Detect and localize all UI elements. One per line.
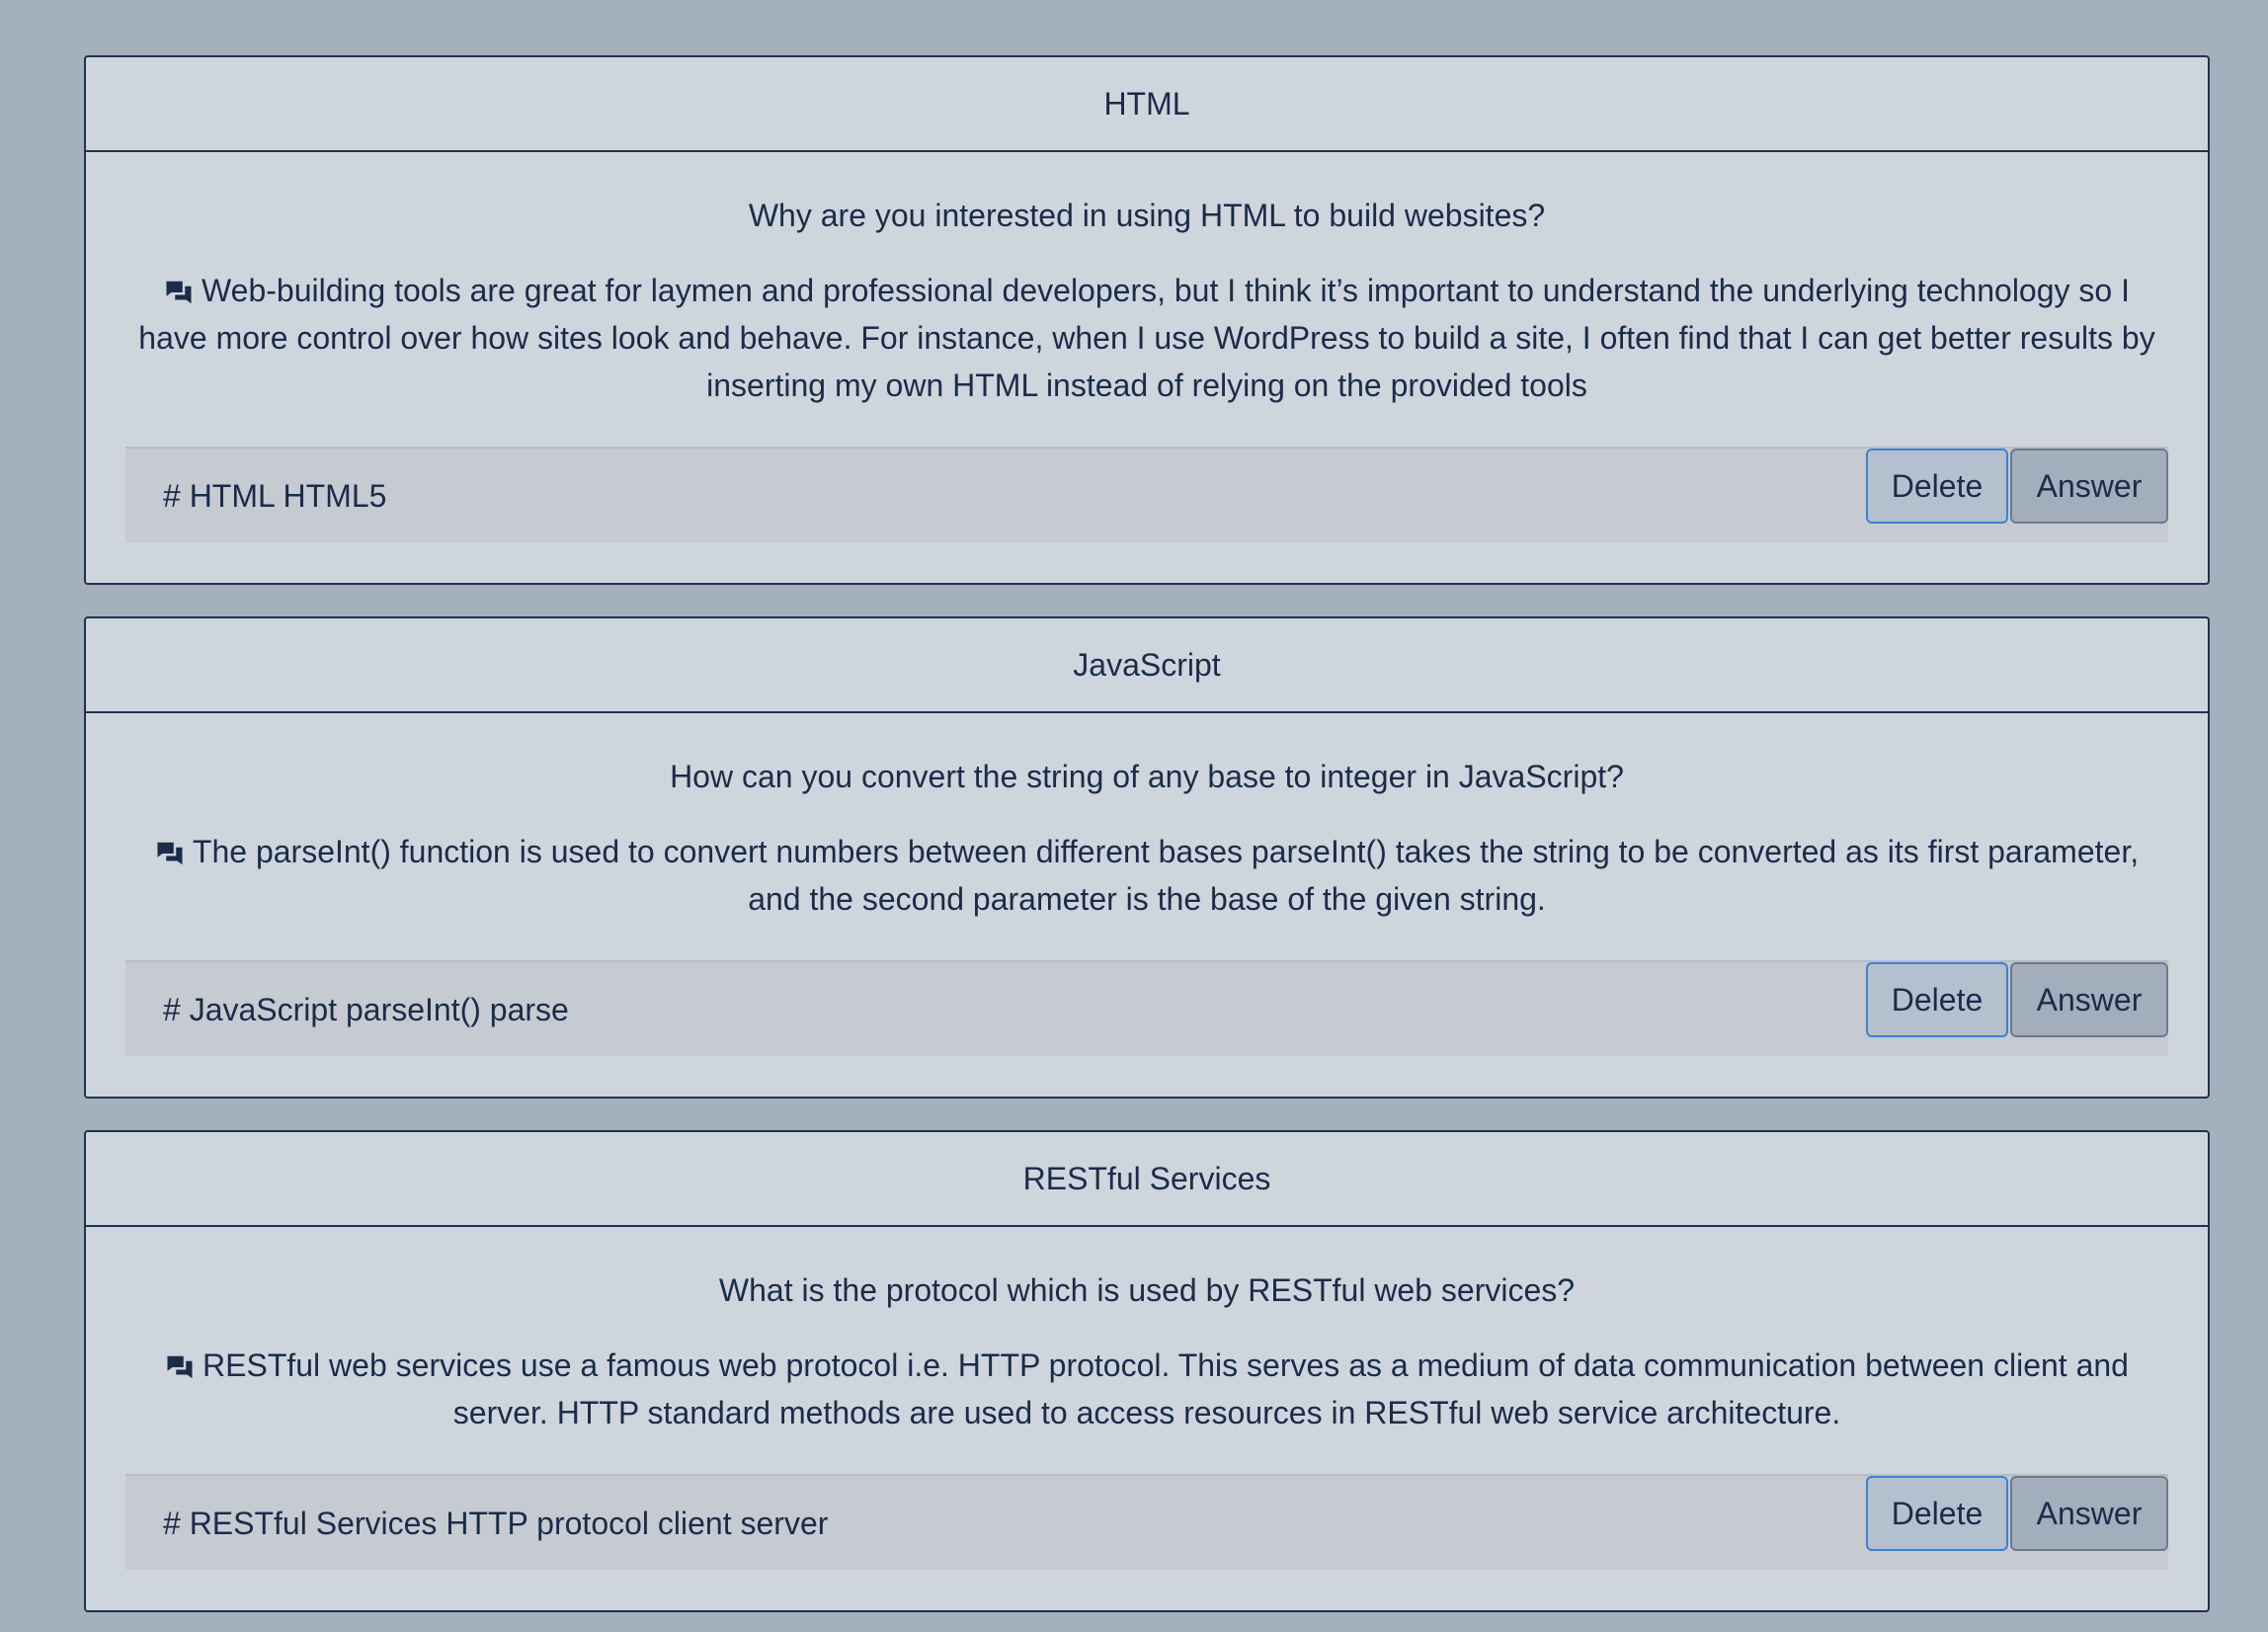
card-topic-header: RESTful Services	[86, 1132, 2208, 1227]
card-topic: RESTful Services	[1022, 1160, 1271, 1196]
card-topic-header: JavaScript	[86, 618, 2208, 713]
card-question: How can you convert the string of any ba…	[670, 759, 1624, 794]
card-body: What is the protocol which is used by RE…	[86, 1227, 2208, 1436]
card-body: Why are you interested in using HTML to …	[86, 152, 2208, 409]
card-footer: # HTML HTML5 Delete Answer	[125, 447, 2168, 542]
card-tags: # JavaScript parseInt() parse	[163, 992, 569, 1027]
page: HTML Why are you interested in using HTM…	[0, 0, 2268, 1632]
card-body: How can you convert the string of any ba…	[86, 713, 2208, 923]
card-answer: The parseInt() function is used to conve…	[192, 834, 2140, 917]
delete-button[interactable]: Delete	[1866, 449, 2008, 524]
delete-button[interactable]: Delete	[1866, 1476, 2008, 1551]
card-footer: # JavaScript parseInt() parse Delete Ans…	[125, 960, 2168, 1056]
question-card-javascript: JavaScript How can you convert the strin…	[84, 616, 2210, 1099]
chat-bubbles-icon	[157, 842, 183, 865]
question-card-restful-services: RESTful Services What is the protocol wh…	[84, 1130, 2210, 1612]
card-answer: RESTful web services use a famous web pr…	[202, 1347, 2129, 1430]
card-tags: # HTML HTML5	[163, 478, 387, 514]
card-topic-header: HTML	[86, 57, 2208, 152]
card-footer: # RESTful Services HTTP protocol client …	[125, 1474, 2168, 1570]
answer-button[interactable]: Answer	[2010, 1476, 2168, 1551]
card-answer-text: The parseInt() function is used to conve…	[125, 828, 2168, 923]
card-question: What is the protocol which is used by RE…	[718, 1272, 1576, 1308]
card-answer-text: RESTful web services use a famous web pr…	[125, 1342, 2168, 1436]
delete-button[interactable]: Delete	[1866, 962, 2008, 1037]
chat-bubbles-icon	[166, 281, 192, 304]
card-answer-text: Web-building tools are great for laymen …	[125, 267, 2168, 409]
answer-button[interactable]: Answer	[2010, 962, 2168, 1037]
question-card-html: HTML Why are you interested in using HTM…	[84, 55, 2210, 585]
card-answer: Web-building tools are great for laymen …	[138, 273, 2155, 403]
answer-button[interactable]: Answer	[2010, 449, 2168, 524]
card-topic: JavaScript	[1073, 646, 1221, 683]
card-tags: # RESTful Services HTTP protocol client …	[163, 1506, 829, 1541]
card-topic: HTML	[1103, 85, 1190, 122]
chat-bubbles-icon	[167, 1355, 193, 1379]
card-question: Why are you interested in using HTML to …	[748, 198, 1546, 233]
